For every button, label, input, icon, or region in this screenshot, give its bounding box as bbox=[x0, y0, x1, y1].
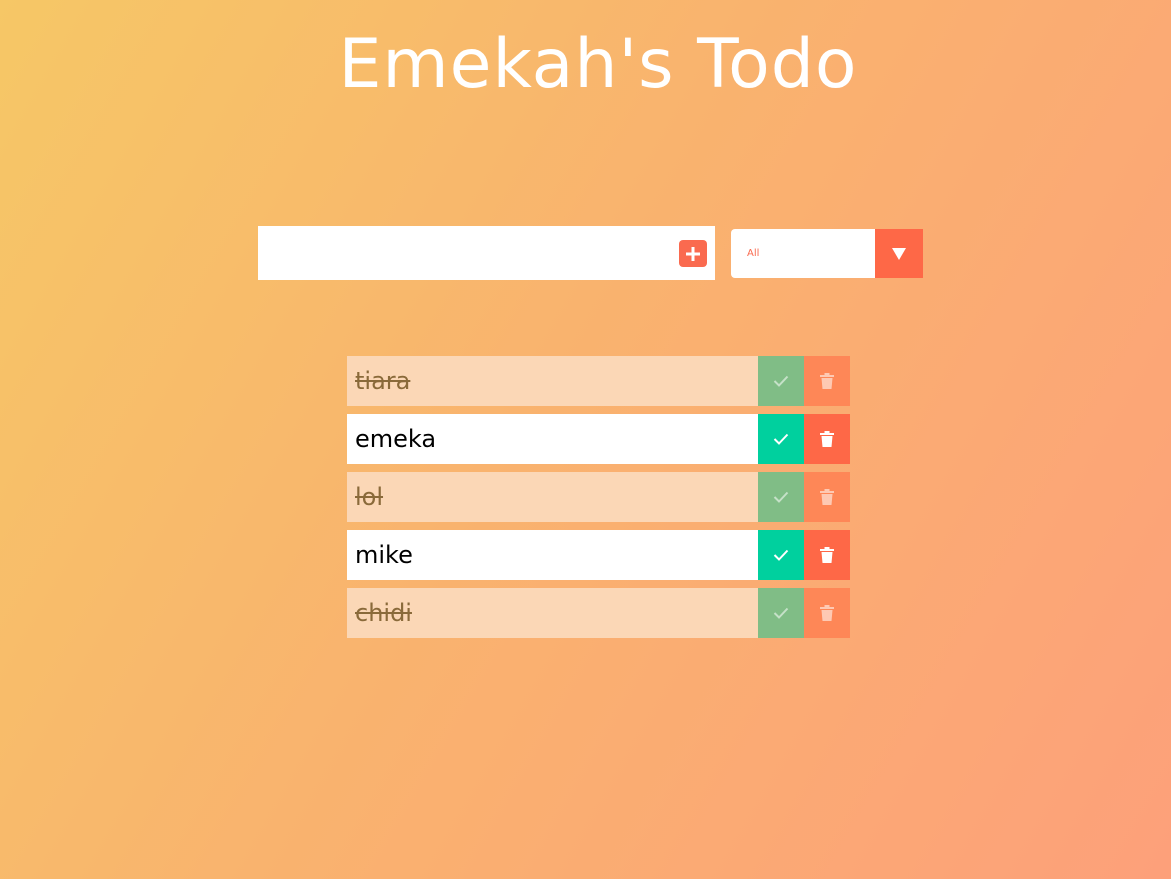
todo-item: emeka bbox=[347, 414, 850, 464]
todo-item: lol bbox=[347, 472, 850, 522]
check-icon bbox=[773, 607, 789, 619]
trash-icon bbox=[820, 373, 834, 389]
todo-item: mike bbox=[347, 530, 850, 580]
triangle-down-icon bbox=[892, 247, 906, 260]
todo-item: tiara bbox=[347, 356, 850, 406]
filter-selected-value: All bbox=[747, 248, 760, 259]
complete-button[interactable] bbox=[758, 588, 804, 638]
filter-select[interactable]: All bbox=[731, 229, 923, 278]
filter-dropdown-arrow[interactable] bbox=[875, 229, 923, 278]
check-icon bbox=[773, 491, 789, 503]
delete-button[interactable] bbox=[804, 588, 850, 638]
check-icon bbox=[773, 375, 789, 387]
complete-button[interactable] bbox=[758, 472, 804, 522]
delete-button[interactable] bbox=[804, 530, 850, 580]
add-todo-button[interactable] bbox=[679, 240, 707, 267]
todo-form bbox=[258, 226, 715, 280]
todo-text: chidi bbox=[347, 588, 758, 638]
todo-text: lol bbox=[347, 472, 758, 522]
check-icon bbox=[773, 549, 789, 561]
todo-input[interactable] bbox=[258, 226, 668, 280]
trash-icon bbox=[820, 547, 834, 563]
todo-text: tiara bbox=[347, 356, 758, 406]
complete-button[interactable] bbox=[758, 414, 804, 464]
page-title: Emekah's Todo bbox=[338, 25, 858, 104]
trash-icon bbox=[820, 489, 834, 505]
delete-button[interactable] bbox=[804, 472, 850, 522]
todo-text: mike bbox=[347, 530, 758, 580]
trash-icon bbox=[820, 431, 834, 447]
complete-button[interactable] bbox=[758, 356, 804, 406]
delete-button[interactable] bbox=[804, 414, 850, 464]
complete-button[interactable] bbox=[758, 530, 804, 580]
todo-text: emeka bbox=[347, 414, 758, 464]
todo-item: chidi bbox=[347, 588, 850, 638]
todo-list: tiara emeka lol mike chidi bbox=[347, 356, 850, 646]
trash-icon bbox=[820, 605, 834, 621]
delete-button[interactable] bbox=[804, 356, 850, 406]
check-icon bbox=[773, 433, 789, 445]
plus-icon bbox=[686, 246, 700, 261]
